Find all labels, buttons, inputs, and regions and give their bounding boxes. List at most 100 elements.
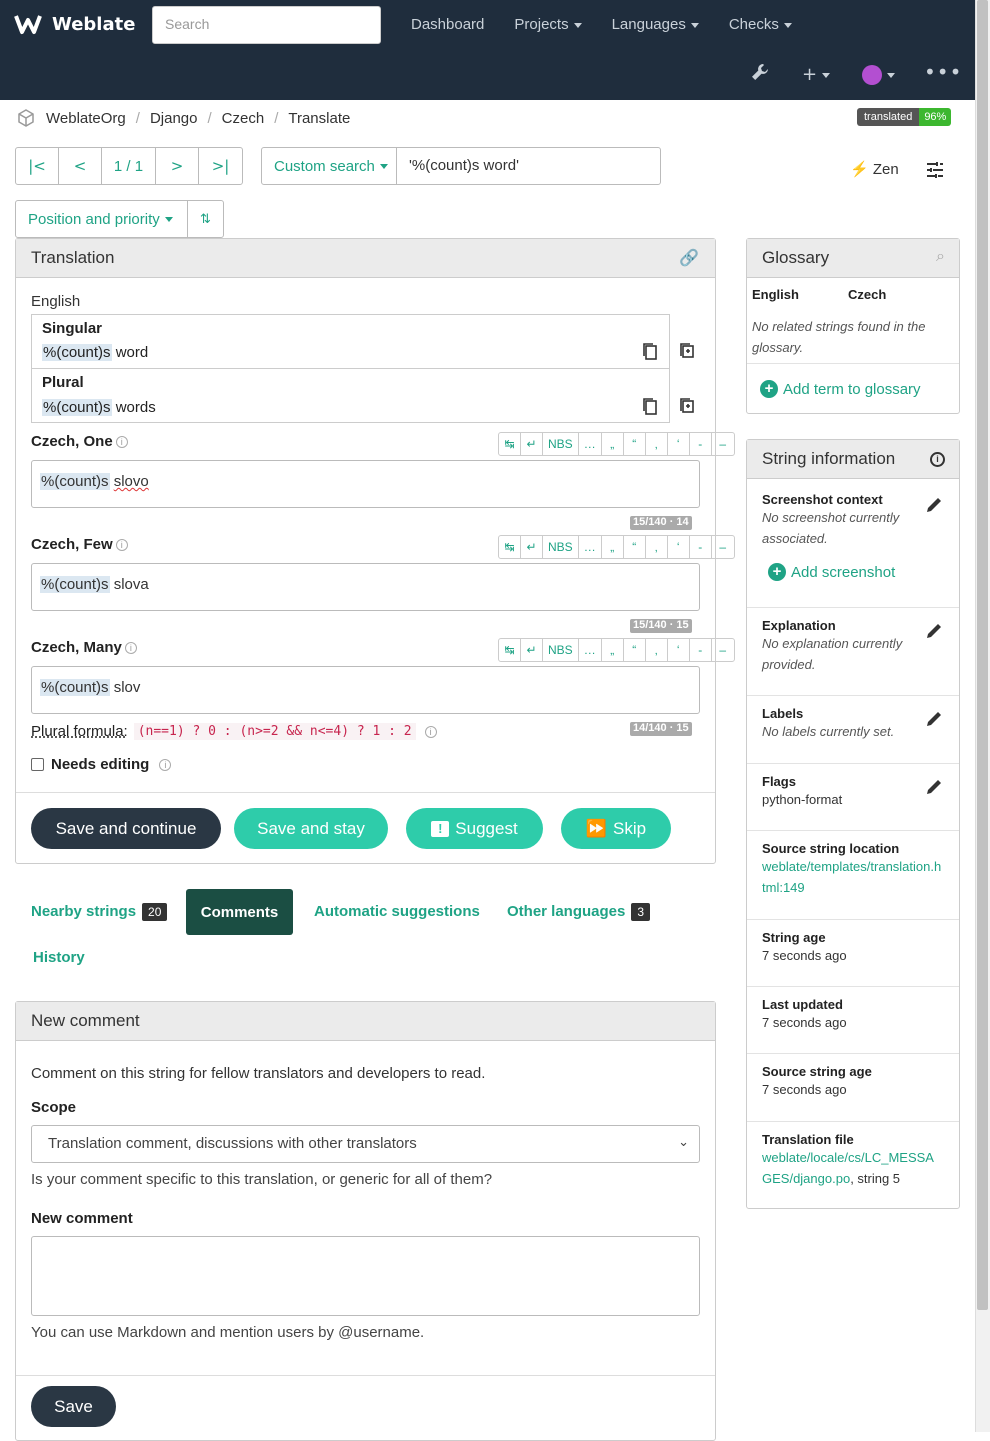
sort-dropdown[interactable]: Position and priority: [16, 201, 188, 237]
suggest-button[interactable]: ! Suggest: [406, 808, 543, 849]
newline-button[interactable]: ↵: [521, 639, 543, 661]
quote-low-button[interactable]: „: [602, 433, 624, 455]
user-menu[interactable]: [862, 65, 895, 85]
breadcrumb-language[interactable]: Czech: [222, 110, 265, 127]
info-icon[interactable]: i: [115, 436, 128, 449]
next-button[interactable]: >: [156, 148, 199, 184]
translation-textarea-one[interactable]: %(count)s slovo: [31, 460, 700, 508]
quote-high-button[interactable]: “: [624, 433, 646, 455]
tab-char-button[interactable]: ↹: [499, 639, 521, 661]
more-icon[interactable]: •••: [924, 60, 962, 84]
copy-icon[interactable]: [641, 342, 659, 360]
brand[interactable]: Weblate: [14, 12, 135, 36]
add-screenshot-button[interactable]: + Add screenshot: [768, 563, 895, 581]
zen-button[interactable]: ⚡ Zen: [850, 160, 899, 178]
add-menu[interactable]: +: [802, 64, 831, 85]
placeholder-token[interactable]: %(count)s: [40, 679, 110, 696]
nav-dashboard[interactable]: Dashboard: [396, 16, 499, 33]
single-quote-high-button[interactable]: ‘: [668, 536, 690, 558]
scope-select[interactable]: Translation comment, discussions with ot…: [31, 1125, 700, 1163]
info-icon[interactable]: i: [115, 539, 128, 552]
placeholder-token[interactable]: %(count)s: [42, 344, 112, 361]
single-quote-low-button[interactable]: ‚: [646, 639, 668, 661]
first-button[interactable]: |<: [16, 148, 59, 184]
clone-icon[interactable]: [678, 397, 696, 415]
nbsp-button[interactable]: NBS: [543, 536, 579, 558]
hyphen-button[interactable]: -: [690, 536, 712, 558]
comment-textarea[interactable]: [31, 1236, 700, 1316]
quote-high-button[interactable]: “: [624, 639, 646, 661]
clone-icon[interactable]: [678, 342, 696, 360]
newline-button[interactable]: ↵: [521, 433, 543, 455]
tab-automatic-suggestions[interactable]: Automatic suggestions: [314, 903, 480, 920]
single-quote-high-button[interactable]: ‘: [668, 433, 690, 455]
info-icon[interactable]: i: [424, 725, 437, 738]
translation-textarea-many[interactable]: %(count)s slov: [31, 666, 700, 714]
pencil-icon[interactable]: [924, 621, 944, 641]
tab-char-button[interactable]: ↹: [499, 433, 521, 455]
ellipsis-button[interactable]: …: [579, 433, 602, 455]
prev-button[interactable]: <: [59, 148, 102, 184]
glossary-search-icon[interactable]: ⌕: [936, 248, 945, 266]
nbsp-button[interactable]: NBS: [543, 433, 579, 455]
translated-badge[interactable]: translated 96%: [857, 108, 952, 126]
placeholder-token[interactable]: %(count)s: [40, 473, 110, 490]
breadcrumb-component[interactable]: Django: [150, 110, 198, 127]
search-input[interactable]: Search: [152, 6, 381, 44]
breadcrumb-project[interactable]: WeblateOrg: [46, 110, 126, 127]
sort-direction-button[interactable]: ⇅: [188, 201, 223, 237]
tab-char-button[interactable]: ↹: [499, 536, 521, 558]
info-circle-icon[interactable]: i: [930, 452, 945, 467]
needs-editing-checkbox[interactable]: [31, 758, 44, 771]
dash-button[interactable]: –: [712, 536, 734, 558]
field-value: , string 5: [850, 1171, 901, 1186]
tab-other-languages[interactable]: Other languages 3: [507, 903, 651, 921]
ellipsis-button[interactable]: …: [579, 639, 602, 661]
info-icon[interactable]: i: [159, 758, 172, 771]
singular-label: Singular: [42, 320, 103, 337]
pencil-icon[interactable]: [924, 777, 944, 797]
custom-search-dropdown[interactable]: Custom search: [262, 148, 397, 184]
dash-button[interactable]: –: [712, 639, 734, 661]
placeholder-token[interactable]: %(count)s: [42, 399, 112, 416]
wrench-icon[interactable]: [750, 62, 770, 82]
nav-checks[interactable]: Checks: [714, 16, 807, 33]
skip-button[interactable]: ⏩ Skip: [561, 808, 671, 849]
quote-low-button[interactable]: „: [602, 639, 624, 661]
scrollbar-thumb[interactable]: [977, 0, 988, 1310]
tab-comments[interactable]: Comments: [186, 889, 293, 935]
newline-button[interactable]: ↵: [521, 536, 543, 558]
source-location-link[interactable]: weblate/templates/translation.html:149: [762, 856, 944, 898]
quote-high-button[interactable]: “: [624, 536, 646, 558]
hyphen-button[interactable]: -: [690, 433, 712, 455]
single-quote-low-button[interactable]: ‚: [646, 433, 668, 455]
scope-label: Scope: [31, 1099, 77, 1116]
pencil-icon[interactable]: [924, 495, 944, 515]
translation-file-link[interactable]: weblate/locale/cs/LC_MESSAGES/django.po: [762, 1150, 934, 1186]
hyphen-button[interactable]: -: [690, 639, 712, 661]
nav-projects[interactable]: Projects: [499, 16, 596, 33]
quote-low-button[interactable]: „: [602, 536, 624, 558]
save-continue-button[interactable]: Save and continue: [31, 808, 221, 849]
placeholder-token[interactable]: %(count)s: [40, 576, 110, 593]
special-chars-toolbar: ↹ ↵ NBS… „ “‚ ‘- –: [498, 638, 735, 662]
tab-nearby-strings[interactable]: Nearby strings 20: [31, 903, 168, 921]
pencil-icon[interactable]: [924, 709, 944, 729]
settings-tune-icon[interactable]: [925, 160, 945, 180]
copy-icon[interactable]: [641, 397, 659, 415]
link-icon[interactable]: 🔗: [679, 248, 699, 268]
single-quote-low-button[interactable]: ‚: [646, 536, 668, 558]
save-stay-button[interactable]: Save and stay: [234, 808, 388, 849]
save-comment-button[interactable]: Save: [31, 1386, 116, 1427]
info-icon[interactable]: i: [124, 642, 137, 655]
nav-languages[interactable]: Languages: [597, 16, 714, 33]
translation-textarea-few[interactable]: %(count)s slova: [31, 563, 700, 611]
tab-history[interactable]: History: [33, 949, 85, 966]
search-query-input[interactable]: '%(count)s word': [397, 148, 531, 184]
dash-button[interactable]: –: [712, 433, 734, 455]
single-quote-high-button[interactable]: ‘: [668, 639, 690, 661]
nbsp-button[interactable]: NBS: [543, 639, 579, 661]
ellipsis-button[interactable]: …: [579, 536, 602, 558]
add-term-button[interactable]: + Add term to glossary: [760, 380, 921, 398]
last-button[interactable]: >|: [199, 148, 242, 184]
